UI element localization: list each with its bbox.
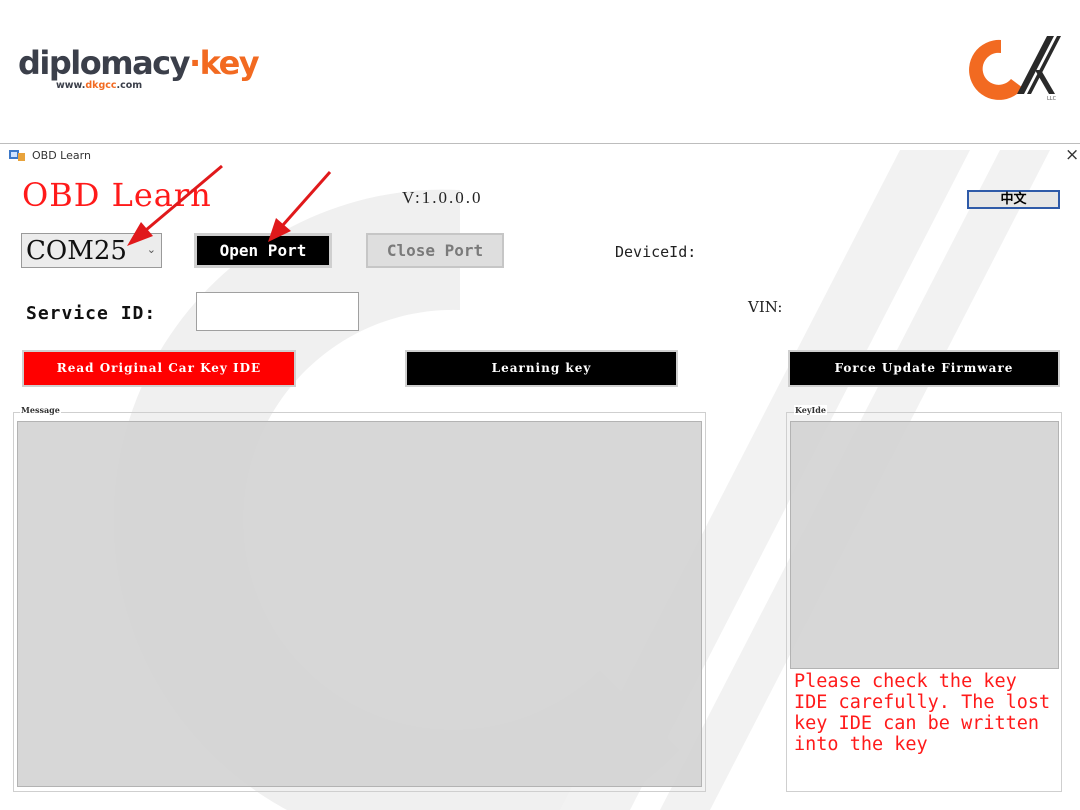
service-id-label: Service ID: bbox=[26, 303, 157, 324]
logo-llc-text: LLC bbox=[1047, 96, 1057, 102]
app-title: OBD Learn bbox=[22, 176, 212, 214]
read-original-key-button[interactable]: Read Original Car Key IDE bbox=[22, 350, 296, 387]
message-legend: Message bbox=[20, 405, 61, 415]
brand-main-dot: · bbox=[189, 44, 201, 82]
version-label: V:1.0.0.0 bbox=[402, 188, 483, 207]
diplomacy-key-logo: diplomacy·key www.dkgcc.com bbox=[18, 44, 260, 94]
dk-company-logo bbox=[969, 36, 1061, 100]
vin-label: VIN: bbox=[748, 298, 783, 316]
open-port-button[interactable]: Open Port bbox=[194, 233, 332, 268]
learning-key-button[interactable]: Learning key bbox=[405, 350, 678, 387]
force-update-firmware-button[interactable]: Force Update Firmware bbox=[788, 350, 1060, 387]
com-port-value: COM25 bbox=[26, 236, 127, 266]
brand-url-prefix: www. bbox=[56, 80, 86, 91]
window-title: OBD Learn bbox=[32, 149, 91, 162]
close-icon[interactable]: × bbox=[1065, 145, 1079, 165]
com-port-select[interactable]: COM25 ⌄ bbox=[21, 233, 162, 268]
brand-main-suffix: key bbox=[199, 44, 260, 82]
brand-url-mid: dkgcc bbox=[85, 80, 117, 91]
chevron-down-icon: ⌄ bbox=[146, 243, 156, 256]
language-button[interactable]: 中文 bbox=[967, 190, 1060, 209]
brand-main-prefix: diplomacy bbox=[18, 44, 191, 82]
key-ide-warning-note: Please check the key IDE carefully. The … bbox=[794, 671, 1051, 755]
device-id-label: DeviceId: bbox=[615, 243, 697, 261]
keyide-legend: KeyIde bbox=[794, 405, 827, 415]
app-window-icon bbox=[9, 150, 25, 161]
message-textarea[interactable] bbox=[17, 421, 702, 787]
service-id-input[interactable] bbox=[196, 292, 359, 331]
keyide-textarea[interactable] bbox=[790, 421, 1059, 669]
close-port-button[interactable]: Close Port bbox=[366, 233, 504, 268]
brand-url-suffix: .com bbox=[116, 80, 143, 91]
